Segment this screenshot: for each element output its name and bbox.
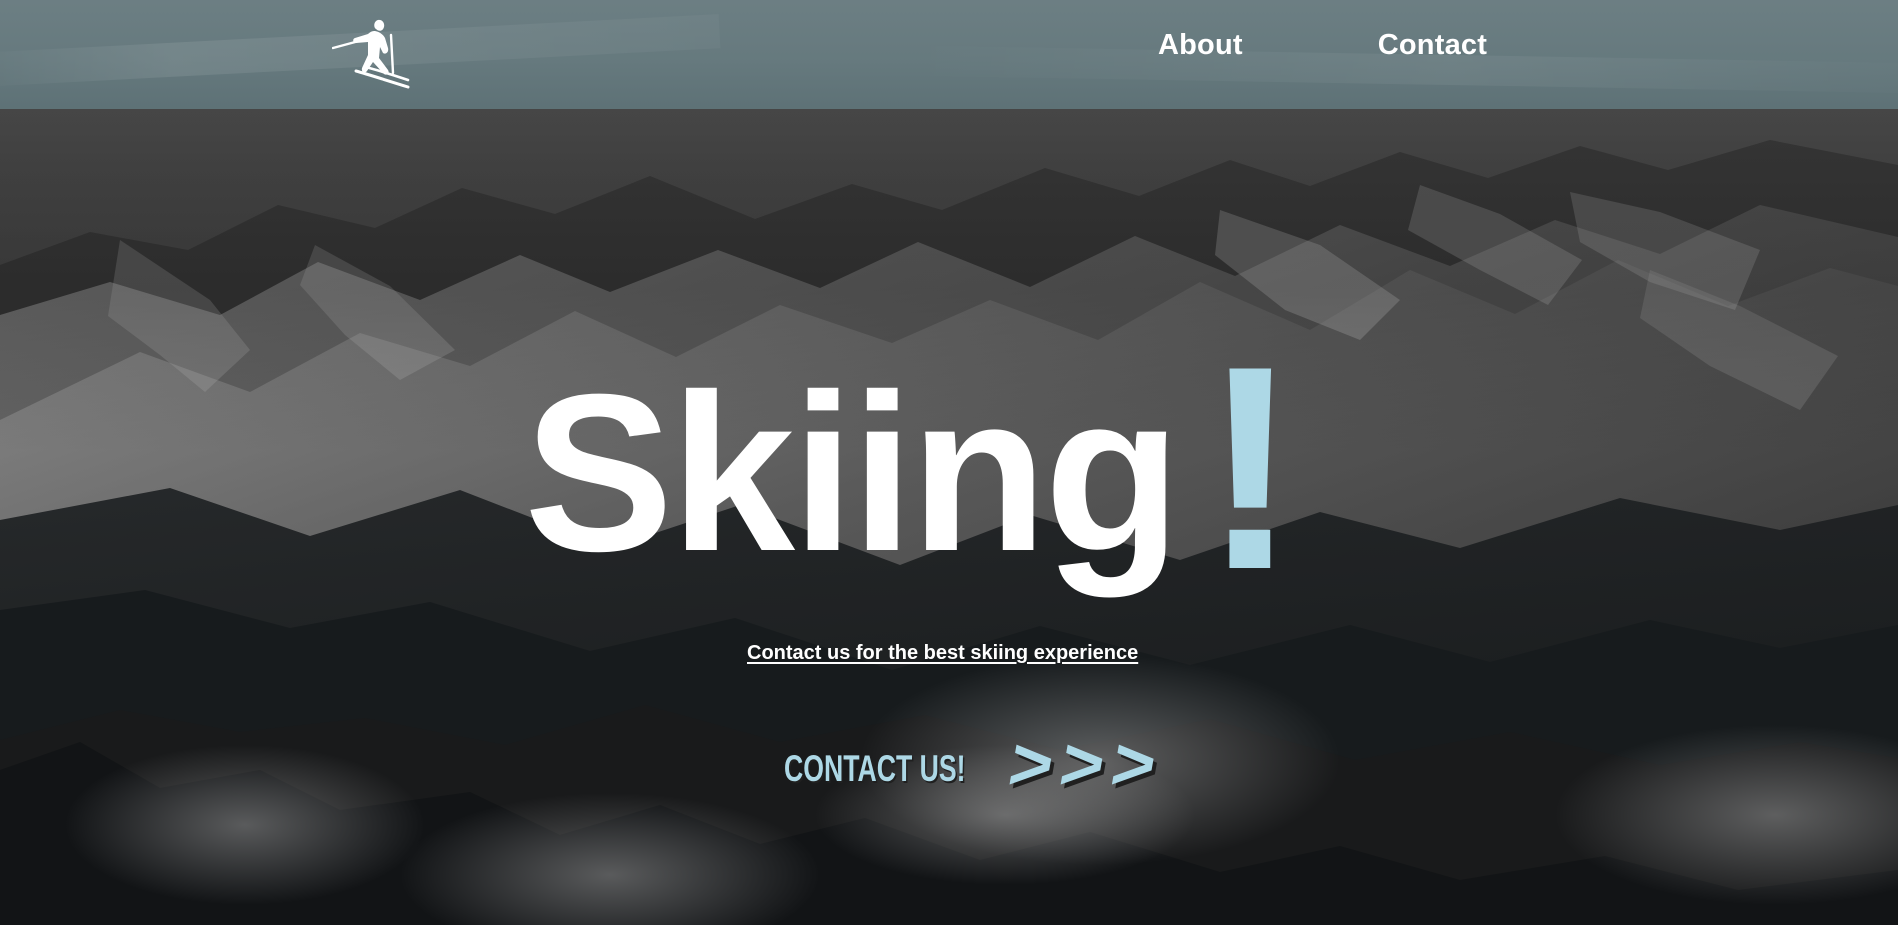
hero-contact-link[interactable]: Contact us for the best skiing experienc… xyxy=(747,643,1138,663)
hero-title-text: Skiing xyxy=(524,348,1181,599)
nav-contact-link[interactable]: Contact xyxy=(1378,31,1487,60)
main-navigation: About Contact xyxy=(1158,31,1487,60)
skier-icon[interactable] xyxy=(331,17,414,89)
contact-us-button[interactable]: CONTACT US! >>> xyxy=(784,722,1171,805)
nav-about-link[interactable]: About xyxy=(1158,31,1243,60)
hero-title: Skiing ! xyxy=(524,323,1299,613)
hero-title-exclamation: ! xyxy=(1202,306,1299,631)
ski-landing-page: About Contact Skiing ! Contact us for th… xyxy=(0,0,1898,925)
chevron-right-icon: >>> xyxy=(1002,722,1172,805)
top-navigation-bar: About Contact xyxy=(0,0,1898,109)
contact-us-label: CONTACT US! xyxy=(784,747,966,789)
